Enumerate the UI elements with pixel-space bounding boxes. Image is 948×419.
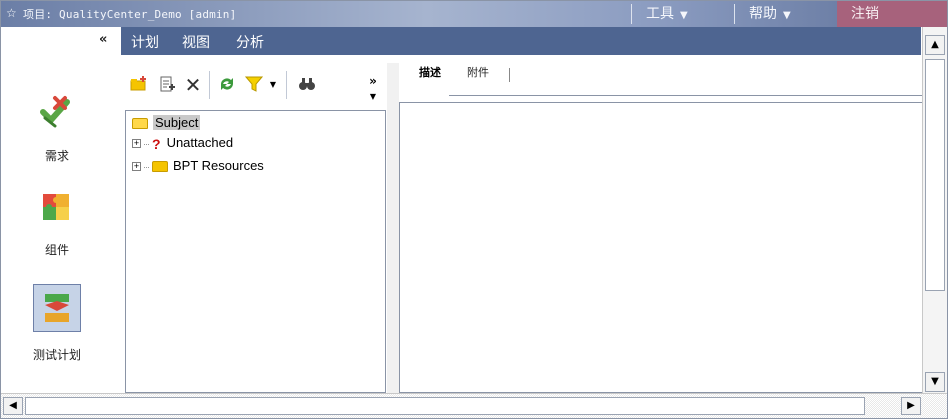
toolbar-separator	[286, 71, 287, 99]
tree-node-subject[interactable]: Subject	[132, 114, 201, 132]
filter-dropdown-icon[interactable]: ▼	[262, 74, 284, 96]
module-test-plan[interactable]: 测试计划	[7, 282, 107, 376]
help-menu-label: 帮助	[749, 6, 777, 22]
tree-connector: ···	[143, 161, 150, 172]
vertical-scroll-thumb[interactable]	[925, 59, 945, 291]
new-folder-icon[interactable]	[128, 74, 150, 96]
title-bar: ☆ 项目: QualityCenter_Demo [admin] 工具 ▼ 帮助 ▼…	[1, 1, 947, 27]
test-plan-icon	[45, 294, 69, 322]
scroll-right-icon[interactable]: ▶	[901, 397, 921, 415]
module-label: 需求	[44, 149, 69, 163]
module-menu-bar: 计划 视图 分析	[121, 27, 921, 55]
detail-content-panel[interactable]	[399, 102, 923, 393]
tab-divider	[509, 68, 510, 82]
folder-icon	[152, 161, 168, 173]
detail-tabs: 描述 附件	[401, 63, 923, 97]
chevron-down-icon: ▼	[680, 10, 688, 21]
tree-node-label: BPT Resources	[173, 158, 264, 173]
delete-icon[interactable]: ✕	[182, 74, 204, 96]
find-icon[interactable]	[296, 74, 318, 96]
tab-attachments[interactable]: 附件	[449, 63, 511, 97]
collapse-sidebar-icon[interactable]: «	[99, 32, 107, 47]
menu-view[interactable]: 视图	[182, 32, 210, 52]
scroll-left-icon[interactable]: ◀	[3, 397, 23, 415]
toolbar-separator	[209, 71, 210, 99]
scroll-up-icon[interactable]: ▲	[925, 35, 945, 55]
menu-analyze[interactable]: 分析	[236, 32, 264, 52]
tree-node-bpt-resources[interactable]: + ··· BPT Resources	[132, 157, 264, 175]
tools-menu-label: 工具	[646, 6, 674, 22]
new-test-icon[interactable]	[156, 74, 178, 96]
expand-icon[interactable]: +	[132, 162, 141, 172]
tree-connector: ···	[143, 138, 150, 149]
app-window: ☆ 项目: QualityCenter_Demo [admin] 工具 ▼ 帮助 ▼…	[0, 0, 948, 419]
menu-plan[interactable]: 计划	[131, 32, 159, 52]
tree-node-label: Unattached	[166, 135, 234, 150]
vertical-scrollbar[interactable]: ▲ ▼	[922, 27, 947, 393]
project-title: 项目: QualityCenter_Demo [admin]	[23, 8, 237, 21]
module-label: 组件	[44, 243, 69, 257]
open-folder-icon	[132, 118, 148, 130]
subject-tree[interactable]: Subject + ···? Unattached + ··· BPT Resource…	[125, 110, 386, 393]
horizontal-scrollbar[interactable]: ◀ ▶	[1, 393, 947, 418]
tab-underline	[449, 95, 923, 96]
tree-node-unattached[interactable]: + ···? Unattached	[132, 134, 233, 152]
components-icon	[43, 194, 69, 220]
requirements-icon	[40, 96, 70, 128]
module-requirements[interactable]: 需求	[7, 89, 107, 179]
module-label: 测试计划	[32, 348, 81, 362]
tools-menu[interactable]: 工具 ▼	[632, 1, 732, 27]
tree-node-label: Subject	[153, 115, 201, 130]
tree-toolbar: ✕ ▼ » ▼	[126, 63, 384, 109]
expand-icon[interactable]: +	[132, 139, 141, 149]
star-icon: ☆	[6, 6, 17, 20]
panel-splitter[interactable]	[387, 63, 399, 393]
horizontal-scroll-thumb[interactable]	[25, 397, 865, 415]
logout-button[interactable]: 注销	[837, 1, 947, 27]
chevron-down-icon: ▼	[783, 10, 791, 21]
refresh-icon[interactable]	[216, 74, 238, 96]
question-mark-icon: ?	[152, 135, 161, 152]
help-menu[interactable]: 帮助 ▼	[735, 1, 835, 27]
module-components[interactable]: 组件	[7, 187, 107, 277]
tab-description[interactable]: 描述	[401, 63, 449, 97]
module-sidebar: « 需求 组件 测试计划	[1, 27, 121, 393]
scroll-down-icon[interactable]: ▼	[925, 372, 945, 392]
more-icon[interactable]: » ▼	[362, 74, 384, 101]
